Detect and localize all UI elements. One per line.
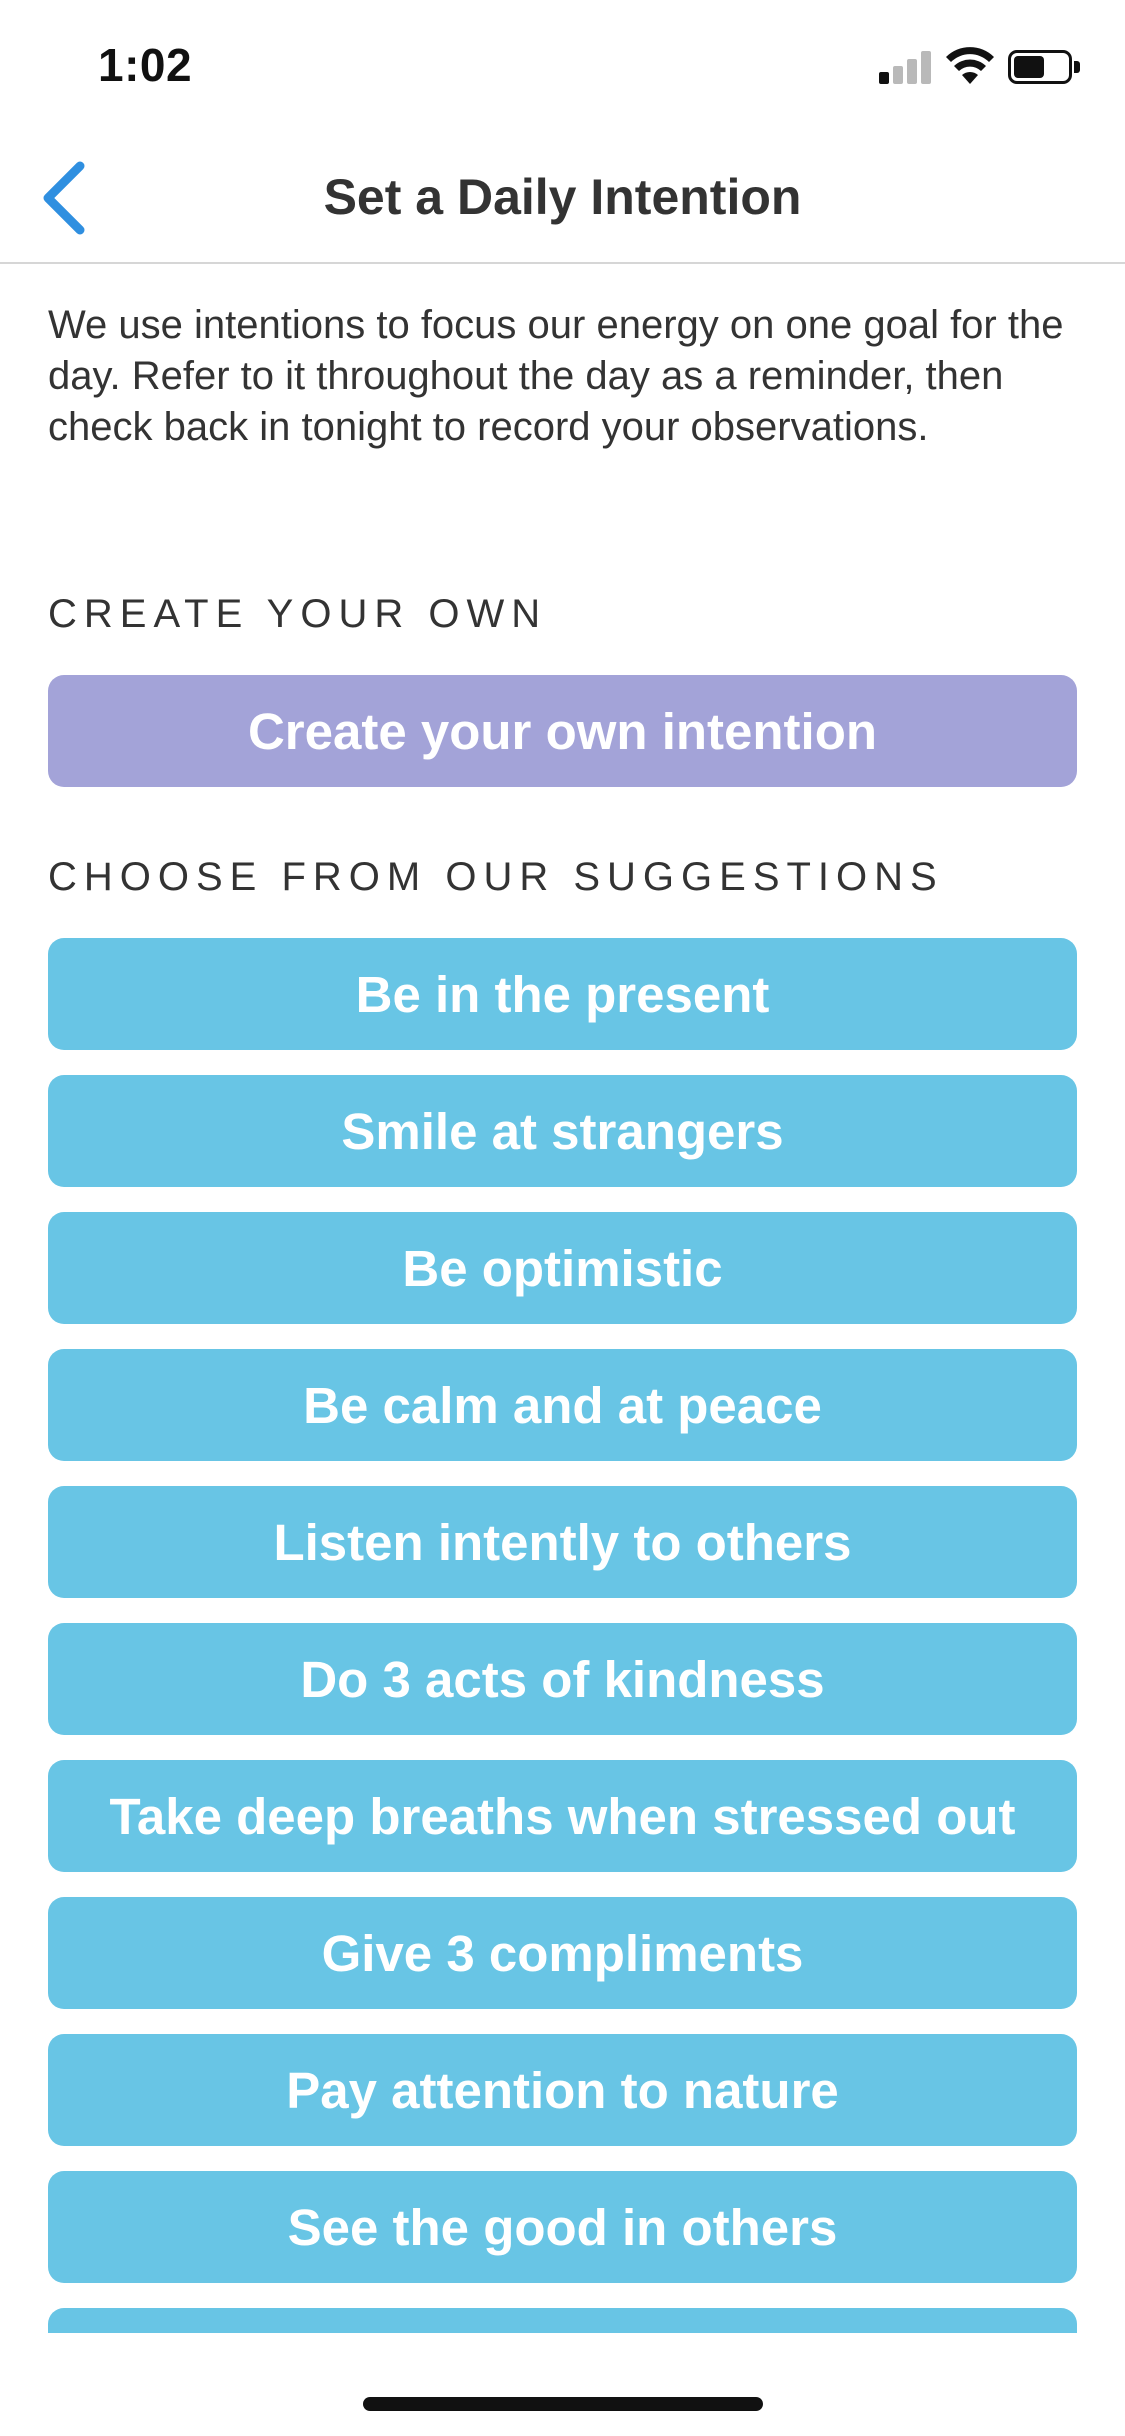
suggestion-button[interactable]: Be calm and at peace xyxy=(48,1349,1077,1461)
intro-description: We use intentions to focus our energy on… xyxy=(48,303,1064,449)
suggestion-button[interactable]: Be in the present xyxy=(48,938,1077,1050)
suggestion-button[interactable]: Be optimistic xyxy=(48,1212,1077,1324)
create-own-intention-button[interactable]: Create your own intention xyxy=(48,675,1077,787)
suggestion-button[interactable]: Smile at strangers xyxy=(48,1075,1077,1187)
screen: 1:02 Set a Daily Intention We use intent… xyxy=(0,0,1125,2436)
suggestion-button[interactable]: Give 3 compliments xyxy=(48,1897,1077,2009)
suggestion-button[interactable]: Listen intently to others xyxy=(48,1486,1077,1598)
suggestion-button[interactable]: Take deep breaths when stressed out xyxy=(48,1760,1077,1872)
suggestion-button[interactable] xyxy=(48,2308,1077,2333)
scroll-content[interactable]: We use intentions to focus our energy on… xyxy=(0,0,1125,2333)
suggestion-button[interactable]: Pay attention to nature xyxy=(48,2034,1077,2146)
suggestion-button[interactable]: See the good in others xyxy=(48,2171,1077,2283)
section-label-suggestions: CHOOSE FROM OUR SUGGESTIONS xyxy=(48,855,944,899)
section-label-create: CREATE YOUR OWN xyxy=(48,592,548,636)
home-indicator[interactable] xyxy=(363,2397,763,2411)
suggestion-button[interactable]: Do 3 acts of kindness xyxy=(48,1623,1077,1735)
